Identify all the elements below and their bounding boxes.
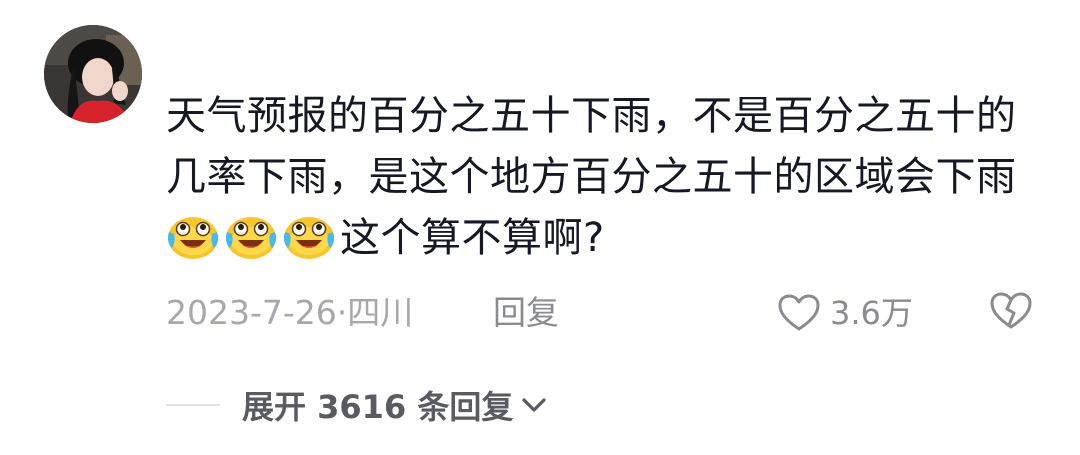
expand-replies-row: 展开 3616 条回复 [166,380,549,430]
like-button[interactable]: 3.6万 [778,288,913,338]
broken-heart-icon[interactable] [990,292,1032,344]
comment-text-tail: 这个算不算啊? [340,215,605,261]
avatar-image [44,25,142,123]
crying-laughing-emoji-2 [224,212,278,260]
expand-replies-label: 展开 3616 条回复 [242,388,514,426]
crying-laughing-emoji-3 [282,212,336,260]
comment-date-location: 2023-7-26·四川 [166,293,414,332]
comment-text: 天气预报的百分之五十下雨，不是百分之五十的几率下雨，是这个地方百分之五十的区域会… [166,86,1046,269]
crying-laughing-emoji-1 [166,212,220,260]
chevron-down-icon [513,386,549,424]
heart-outline-icon [778,294,820,332]
avatar[interactable] [44,25,142,123]
expand-replies-button[interactable]: 展开 3616 条回复 [242,382,549,428]
comment-text-main: 天气预报的百分之五十下雨，不是百分之五十的几率下雨，是这个地方百分之五十的区域会… [166,93,1017,200]
comment-meta: 2023-7-26·四川 回复 3.6万 [166,288,1046,338]
divider-line [166,404,220,406]
reply-button[interactable]: 回复 [493,288,559,338]
like-count: 3.6万 [830,294,913,332]
